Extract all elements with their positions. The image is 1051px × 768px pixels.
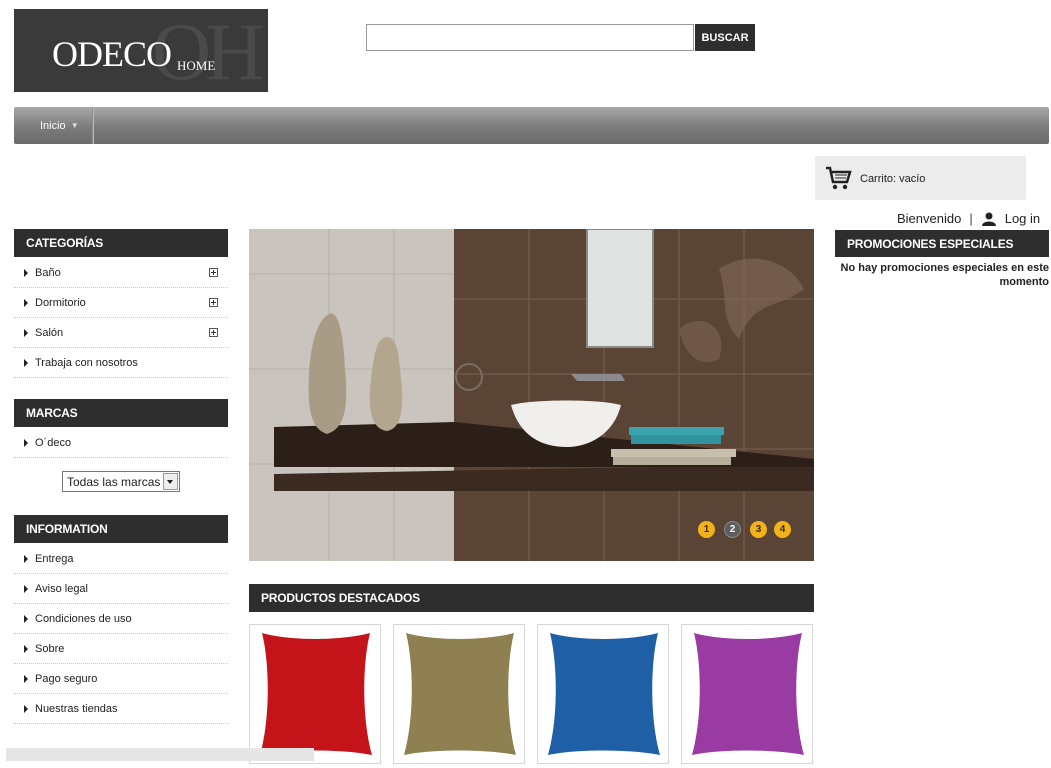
categories-header: CATEGORÍAS: [14, 229, 228, 257]
product-card[interactable]: [393, 624, 525, 764]
featured-header: PRODUCTOS DESTACADOS: [249, 584, 814, 612]
category-label: Dormitorio: [35, 296, 86, 309]
info-item-aviso-legal[interactable]: Aviso legal: [14, 574, 228, 604]
arrow-right-icon: [24, 644, 28, 653]
product-card[interactable]: [537, 624, 669, 764]
arrow-right-icon: [24, 298, 28, 307]
info-label: Nuestras tiendas: [35, 702, 118, 715]
info-label: Entrega: [35, 552, 74, 565]
information-header: INFORMATION: [14, 515, 228, 543]
expand-plus-icon[interactable]: [209, 328, 218, 337]
category-label: Baño: [35, 266, 61, 279]
account-separator: |: [969, 211, 973, 226]
arrow-right-icon: [24, 358, 28, 367]
slide-dot-2[interactable]: 2: [724, 521, 741, 538]
nav-item-label: Inicio: [40, 119, 66, 132]
logo-subtext: HOME: [177, 58, 216, 73]
cart-label: Carrito: vacío: [860, 173, 926, 185]
site-logo[interactable]: OH ODECO HOME: [14, 9, 268, 92]
info-label: Pago seguro: [35, 672, 98, 685]
info-label: Condiciones de uso: [35, 612, 132, 625]
info-label: Sobre: [35, 642, 65, 655]
arrow-right-icon: [24, 614, 28, 623]
account-bar: Bienvenido | Log in: [897, 211, 1040, 226]
arrow-right-icon: [24, 674, 28, 683]
product-card[interactable]: [681, 624, 813, 764]
promotions-header: PROMOCIONES ESPECIALES: [835, 230, 1049, 257]
product-image-blue-pillow: [548, 633, 660, 755]
logo-text: ODECO: [52, 34, 172, 74]
login-link[interactable]: Log in: [1005, 211, 1040, 226]
brands-header: MARCAS: [14, 399, 228, 427]
search-button[interactable]: BUSCAR: [695, 24, 755, 51]
expand-plus-icon[interactable]: [209, 268, 218, 277]
slide-dot-1[interactable]: 1: [698, 521, 715, 538]
slide-dot-4[interactable]: 4: [774, 521, 791, 538]
main-nav: Inicio ▼: [14, 107, 1049, 144]
info-item-condiciones[interactable]: Condiciones de uso: [14, 604, 228, 634]
brand-select[interactable]: Todas las marcas: [62, 471, 180, 492]
hero-slider[interactable]: 1 2 3 4: [249, 229, 814, 561]
arrow-right-icon: [24, 268, 28, 277]
horizontal-scrollbar[interactable]: [6, 748, 314, 761]
welcome-text: Bienvenido: [897, 211, 962, 226]
promotions-message: No hay promociones especiales en este mo…: [840, 262, 1049, 288]
arrow-right-icon: [24, 328, 28, 337]
information-list: Entrega Aviso legal Condiciones de uso S…: [14, 544, 228, 724]
brands-list: O´deco: [14, 428, 228, 458]
arrow-right-icon: [24, 704, 28, 713]
product-image-purple-pillow: [692, 633, 804, 755]
search-input[interactable]: [366, 24, 694, 51]
caret-down-icon: ▼: [70, 121, 79, 130]
category-item-trabaja[interactable]: Trabaja con nosotros: [14, 348, 228, 378]
slide-dot-3[interactable]: 3: [750, 521, 767, 538]
info-item-sobre[interactable]: Sobre: [14, 634, 228, 664]
nav-item-inicio[interactable]: Inicio ▼: [14, 107, 92, 144]
cart-icon: [826, 166, 852, 190]
cart-box[interactable]: Carrito: vacío: [815, 156, 1026, 200]
category-item-bano[interactable]: Baño: [14, 258, 228, 288]
category-label: Salón: [35, 326, 64, 339]
info-item-entrega[interactable]: Entrega: [14, 544, 228, 574]
nav-divider: [92, 107, 94, 144]
bathroom-photo: [249, 229, 814, 561]
category-label: Trabaja con nosotros: [35, 356, 138, 369]
category-item-dormitorio[interactable]: Dormitorio: [14, 288, 228, 318]
categories-list: Baño Dormitorio Salón Trabaja con nosotr…: [14, 258, 228, 378]
category-item-salon[interactable]: Salón: [14, 318, 228, 348]
info-item-tiendas[interactable]: Nuestras tiendas: [14, 694, 228, 724]
arrow-right-icon: [24, 584, 28, 593]
expand-plus-icon[interactable]: [209, 298, 218, 307]
arrow-right-icon: [24, 438, 28, 447]
user-icon: [981, 212, 996, 226]
info-label: Aviso legal: [35, 582, 88, 595]
chevron-down-icon[interactable]: [163, 473, 178, 490]
product-image-olive-pillow: [404, 633, 516, 755]
info-item-pago-seguro[interactable]: Pago seguro: [14, 664, 228, 694]
brand-item-odeco[interactable]: O´deco: [14, 428, 228, 458]
arrow-right-icon: [24, 554, 28, 563]
brand-label: O´deco: [35, 436, 72, 449]
product-image-red-pillow: [260, 633, 372, 755]
brand-select-value: Todas las marcas: [67, 474, 161, 489]
product-card[interactable]: [249, 624, 381, 764]
